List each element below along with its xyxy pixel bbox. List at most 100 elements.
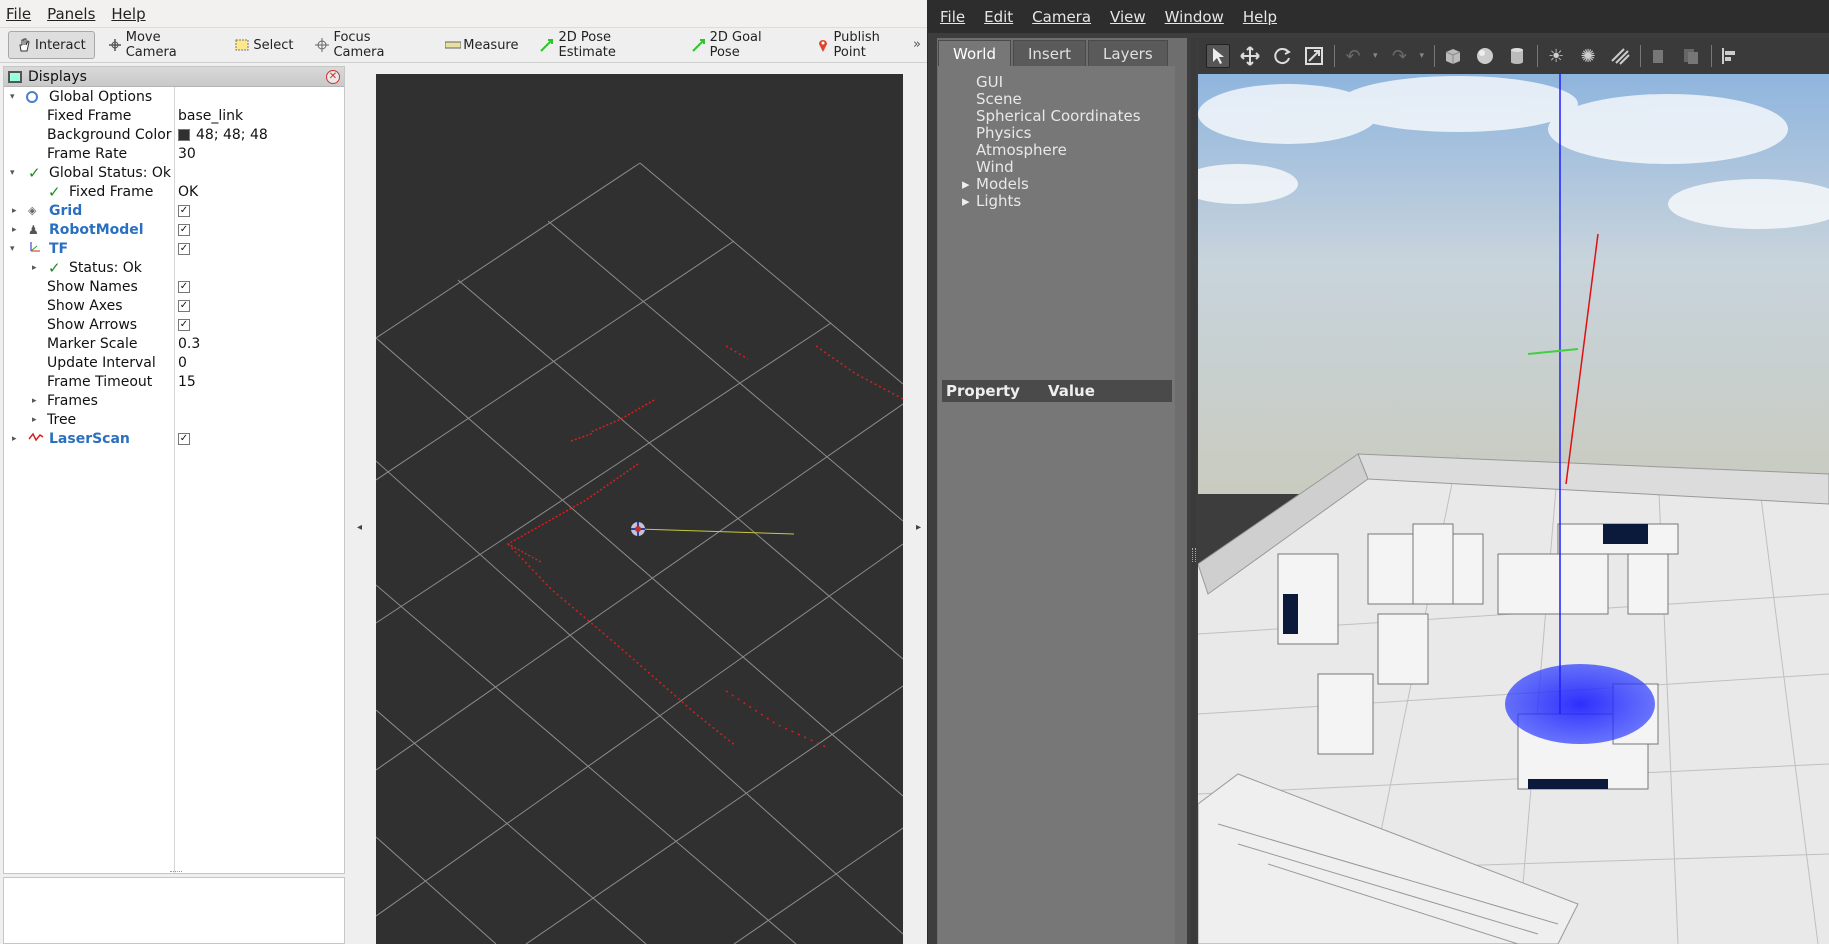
panel-splitter-handle[interactable] bbox=[170, 871, 182, 874]
tab-insert[interactable]: Insert bbox=[1013, 40, 1087, 66]
tree-row-grid[interactable]: ▸ ◈ Grid ✓ bbox=[4, 201, 344, 220]
tree-row-laserscan[interactable]: ▸ LaserScan ✓ bbox=[4, 429, 344, 448]
scale-mode-icon[interactable] bbox=[1302, 44, 1326, 68]
tf-enabled-checkbox[interactable]: ✓ bbox=[178, 242, 190, 255]
world-item-atmosphere[interactable]: Atmosphere bbox=[976, 141, 1067, 159]
collapse-arrow-icon[interactable]: ▸ bbox=[12, 206, 17, 216]
select-tool-button[interactable]: Select bbox=[226, 31, 302, 59]
rviz-menu-panels[interactable]: Panels bbox=[47, 5, 95, 23]
show-names-checkbox[interactable]: ✓ bbox=[178, 280, 190, 293]
display-description-panel bbox=[3, 877, 345, 944]
pose-estimate-tool-button[interactable]: 2D Pose Estimate bbox=[531, 30, 678, 60]
world-item-lights[interactable]: Lights bbox=[962, 192, 1021, 210]
point-light-icon[interactable]: ☀ bbox=[1544, 44, 1568, 68]
color-swatch bbox=[178, 128, 190, 141]
collapse-left-arrow-icon[interactable]: ◂ bbox=[357, 522, 362, 533]
align-icon[interactable] bbox=[1718, 44, 1742, 68]
close-icon[interactable]: ✕ bbox=[326, 70, 340, 84]
tree-row-global-options[interactable]: ▾ Global Options bbox=[4, 87, 344, 106]
fixed-frame-status-value: OK bbox=[178, 183, 199, 200]
frame-rate-value[interactable]: 30 bbox=[178, 144, 196, 163]
tree-row-frame-timeout[interactable]: Frame Timeout 15 bbox=[4, 372, 344, 391]
rviz-menu-file[interactable]: File bbox=[6, 5, 31, 23]
box-shape-icon[interactable] bbox=[1441, 44, 1465, 68]
interact-tool-button[interactable]: Interact bbox=[8, 31, 95, 59]
select-mode-arrow-icon[interactable] bbox=[1206, 44, 1230, 68]
gazebo-menu-help[interactable]: Help bbox=[1243, 8, 1277, 26]
tree-row-show-arrows[interactable]: Show Arrows ✓ bbox=[4, 315, 344, 334]
tree-row-tree[interactable]: ▸ Tree bbox=[4, 410, 344, 429]
collapse-arrow-icon[interactable]: ▸ bbox=[12, 434, 17, 444]
gazebo-menu-window[interactable]: Window bbox=[1165, 8, 1224, 26]
tab-layers[interactable]: Layers bbox=[1088, 40, 1168, 66]
measure-tool-button[interactable]: Measure bbox=[436, 31, 527, 59]
world-item-wind[interactable]: Wind bbox=[976, 158, 1014, 176]
tree-row-robotmodel[interactable]: ▸ ♟ RobotModel ✓ bbox=[4, 220, 344, 239]
gazebo-menu-camera[interactable]: Camera bbox=[1032, 8, 1091, 26]
redo-icon[interactable]: ↷ bbox=[1388, 44, 1412, 68]
gazebo-3d-view[interactable] bbox=[1198, 74, 1829, 944]
copy-icon[interactable] bbox=[1647, 44, 1671, 68]
rotate-mode-icon[interactable] bbox=[1270, 44, 1294, 68]
rviz-menu-help[interactable]: Help bbox=[111, 5, 145, 23]
toolbar-separator bbox=[1434, 45, 1436, 67]
toolbar-overflow-button[interactable]: » bbox=[913, 37, 921, 52]
marker-scale-value[interactable]: 0.3 bbox=[178, 334, 200, 353]
tree-row-background-color[interactable]: Background Color 48; 48; 48 bbox=[4, 125, 344, 144]
tree-row-frame-rate[interactable]: Frame Rate 30 bbox=[4, 144, 344, 163]
focus-camera-tool-button[interactable]: Focus Camera bbox=[306, 30, 432, 60]
expand-arrow-icon[interactable]: ▾ bbox=[10, 168, 15, 178]
rviz-menubar: File Panels Help bbox=[0, 0, 927, 28]
laserscan-enabled-checkbox[interactable]: ✓ bbox=[178, 432, 190, 445]
tree-row-show-axes[interactable]: Show Axes ✓ bbox=[4, 296, 344, 315]
world-item-models[interactable]: Models bbox=[962, 175, 1029, 193]
tree-row-tf[interactable]: ▾ TF ✓ bbox=[4, 239, 344, 258]
paste-icon[interactable] bbox=[1679, 44, 1703, 68]
goal-pose-tool-button[interactable]: 2D Goal Pose bbox=[683, 30, 803, 60]
tree-row-fixed-frame[interactable]: Fixed Frame base_link bbox=[4, 106, 344, 125]
world-item-gui[interactable]: GUI bbox=[976, 73, 1003, 91]
world-item-spherical-coordinates[interactable]: Spherical Coordinates bbox=[976, 107, 1141, 125]
fixed-frame-value[interactable]: base_link bbox=[178, 106, 243, 125]
gazebo-panel-splitter[interactable] bbox=[1191, 38, 1196, 944]
cylinder-shape-icon[interactable] bbox=[1505, 44, 1529, 68]
directional-light-icon[interactable] bbox=[1608, 44, 1632, 68]
rviz-3d-view[interactable] bbox=[376, 74, 903, 944]
world-item-physics[interactable]: Physics bbox=[976, 124, 1031, 142]
gazebo-menu-file[interactable]: File bbox=[940, 8, 965, 26]
publish-point-tool-button[interactable]: Publish Point bbox=[807, 30, 923, 60]
collapse-arrow-icon[interactable]: ▸ bbox=[32, 415, 37, 425]
collapse-arrow-icon[interactable]: ▸ bbox=[32, 263, 37, 273]
move-camera-tool-button[interactable]: Move Camera bbox=[99, 30, 223, 60]
tree-row-status-fixed-frame[interactable]: ✓ Fixed Frame OK bbox=[4, 182, 344, 201]
world-item-scene[interactable]: Scene bbox=[976, 90, 1022, 108]
update-interval-value[interactable]: 0 bbox=[178, 353, 187, 372]
redo-dropdown-icon[interactable]: ▾ bbox=[1420, 51, 1425, 61]
tree-row-global-status[interactable]: ▾ ✓ Global Status: Ok bbox=[4, 163, 344, 182]
map-pin-icon bbox=[816, 38, 830, 52]
frame-timeout-value[interactable]: 15 bbox=[178, 372, 196, 391]
tree-row-frames[interactable]: ▸ Frames bbox=[4, 391, 344, 410]
gazebo-menu-view[interactable]: View bbox=[1110, 8, 1146, 26]
tree-row-show-names[interactable]: Show Names ✓ bbox=[4, 277, 344, 296]
expand-arrow-icon[interactable]: ▾ bbox=[10, 244, 15, 254]
translate-mode-icon[interactable] bbox=[1238, 44, 1262, 68]
undo-dropdown-icon[interactable]: ▾ bbox=[1373, 51, 1378, 61]
collapse-arrow-icon[interactable]: ▸ bbox=[32, 396, 37, 406]
tab-world[interactable]: World bbox=[938, 40, 1011, 66]
background-color-value[interactable]: 48; 48; 48 bbox=[178, 125, 268, 144]
undo-icon[interactable]: ↶ bbox=[1341, 44, 1365, 68]
robotmodel-enabled-checkbox[interactable]: ✓ bbox=[178, 223, 190, 236]
show-axes-checkbox[interactable]: ✓ bbox=[178, 299, 190, 312]
grid-enabled-checkbox[interactable]: ✓ bbox=[178, 204, 190, 217]
spot-light-icon[interactable]: ✺ bbox=[1576, 44, 1600, 68]
expand-arrow-icon[interactable]: ▾ bbox=[10, 92, 15, 102]
show-arrows-checkbox[interactable]: ✓ bbox=[178, 318, 190, 331]
gazebo-menu-edit[interactable]: Edit bbox=[984, 8, 1013, 26]
tree-row-tf-status[interactable]: ▸ ✓ Status: Ok bbox=[4, 258, 344, 277]
collapse-arrow-icon[interactable]: ▸ bbox=[12, 225, 17, 235]
tree-row-update-interval[interactable]: Update Interval 0 bbox=[4, 353, 344, 372]
collapse-right-arrow-icon[interactable]: ▸ bbox=[916, 522, 921, 533]
tree-row-marker-scale[interactable]: Marker Scale 0.3 bbox=[4, 334, 344, 353]
sphere-shape-icon[interactable] bbox=[1473, 44, 1497, 68]
